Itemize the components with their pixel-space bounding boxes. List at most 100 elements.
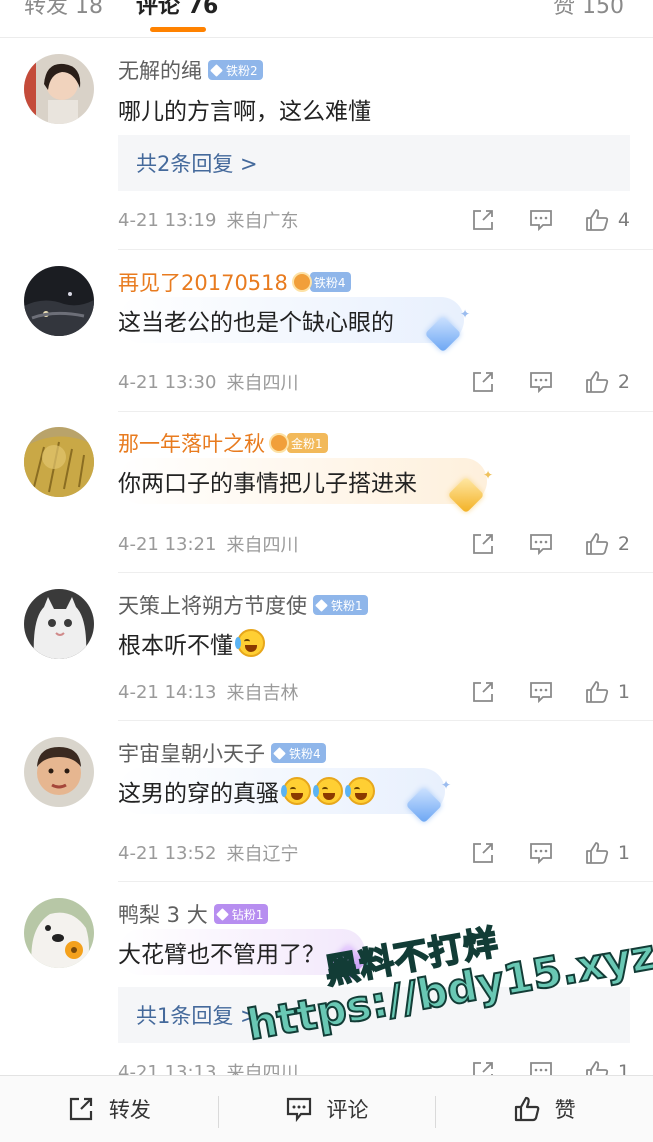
thumbs-up-icon — [586, 371, 609, 393]
comment-text-wrap: 哪儿的方言啊，这么难懂 — [118, 86, 371, 132]
comment-text: 哪儿的方言啊，这么难懂 — [118, 99, 371, 125]
comment-text: 大花臂也不管用了？ — [118, 942, 325, 968]
like-count: 1 — [617, 681, 630, 703]
comment-text-wrap: 这男的穿的真骚 ✦ — [118, 768, 451, 824]
sparkle-icon: ✦ — [482, 468, 493, 482]
sparkle-icon: ✦ — [459, 307, 470, 321]
avatar[interactable] — [24, 589, 94, 659]
bottom-like-button[interactable]: 赞 — [435, 1076, 653, 1142]
fan-badge: 铁粉4 — [271, 743, 326, 763]
laughing-tears-emoji — [235, 629, 265, 657]
comment-icon — [530, 682, 552, 704]
comment-icon — [530, 372, 552, 394]
divider — [218, 1096, 219, 1128]
repost-icon — [473, 210, 493, 230]
comment-text: 这男的穿的真骚 — [118, 781, 279, 807]
tab-comments[interactable]: 评论 76 — [136, 0, 218, 20]
avatar[interactable] — [24, 427, 94, 497]
username[interactable]: 再见了20170518 — [118, 267, 288, 297]
tab-repost[interactable]: 转发 18 — [24, 0, 103, 20]
laughing-tears-emoji — [345, 777, 375, 805]
comment-time: 4-21 13:21 — [118, 533, 217, 555]
repost-button[interactable] — [470, 530, 496, 558]
comment-button[interactable] — [528, 368, 554, 396]
divider — [118, 720, 653, 721]
like-button[interactable]: 2 — [584, 368, 630, 396]
comment-location: 来自四川 — [226, 535, 299, 556]
like-button[interactable]: 2 — [584, 530, 630, 558]
comment-button[interactable] — [528, 678, 554, 706]
diamond-icon — [215, 907, 229, 921]
laughing-tears-emoji — [313, 777, 343, 805]
crown-icon — [269, 433, 289, 453]
avatar[interactable] — [24, 266, 94, 336]
comment-icon — [530, 843, 552, 865]
comment-text-wrap: 你两口子的事情把儿子搭进来 ✦ — [118, 458, 493, 514]
comment-time: 4-21 13:19 — [118, 209, 217, 231]
comment-location: 来自辽宁 — [226, 844, 299, 865]
fan-badge-label: 铁粉2 — [226, 63, 258, 78]
comment-text-wrap: 根本听不懂 — [118, 620, 265, 666]
diamond-decoration-icon — [447, 476, 485, 514]
comment-button[interactable] — [528, 530, 554, 558]
reply-box[interactable]: 共2条回复 > — [118, 135, 630, 191]
divider — [118, 249, 653, 250]
fan-badge: 钻粉1 — [213, 904, 269, 924]
fan-badge-label: 金粉1 — [291, 436, 323, 451]
fan-badge: 金粉1 — [287, 433, 328, 453]
fan-badge-label: 铁粉4 — [289, 746, 321, 761]
repost-button[interactable] — [470, 678, 496, 706]
like-count: 1 — [617, 842, 630, 864]
comment-icon — [530, 534, 552, 556]
diamond-decoration-icon — [424, 315, 462, 353]
avatar[interactable] — [24, 737, 94, 807]
divider — [118, 572, 653, 573]
thumbs-up-icon — [514, 1096, 540, 1122]
repost-button[interactable] — [470, 206, 496, 234]
fan-badge: 铁粉1 — [313, 595, 368, 615]
avatar[interactable] — [24, 898, 94, 968]
reply-box[interactable]: 共1条回复 > — [118, 987, 630, 1043]
view-replies-link[interactable]: 共1条回复 > — [136, 1000, 258, 1030]
bottom-comment-button[interactable]: 评论 — [218, 1076, 436, 1142]
bottom-repost-label: 转发 — [108, 1098, 151, 1122]
diamond-decoration-icon — [405, 786, 443, 824]
comment-icon — [286, 1097, 311, 1123]
tab-likes[interactable]: 赞 150 — [553, 0, 624, 20]
diamond-icon — [273, 746, 286, 760]
divider — [118, 411, 653, 412]
diamond-decoration-icon — [329, 943, 367, 981]
comment-location: 来自四川 — [226, 373, 299, 394]
username[interactable]: 鸭梨 3 大 — [118, 899, 208, 929]
comment-button[interactable] — [528, 839, 554, 867]
like-count: 2 — [617, 533, 630, 555]
username[interactable]: 无解的绳 — [118, 55, 202, 85]
comment-text-wrap: 大花臂也不管用了？ — [118, 929, 367, 981]
bottom-like-label: 赞 — [554, 1098, 576, 1122]
repost-button[interactable] — [470, 839, 496, 867]
like-button[interactable]: 1 — [584, 839, 630, 867]
bottom-repost-button[interactable]: 转发 — [0, 1076, 218, 1142]
username[interactable]: 天策上将朔方节度使 — [118, 590, 307, 620]
comment-text: 这当老公的也是个缺心眼的 — [118, 310, 394, 336]
comment-time: 4-21 14:13 — [118, 681, 217, 703]
comment-time: 4-21 13:52 — [118, 842, 217, 864]
like-button[interactable]: 4 — [584, 206, 630, 234]
tab-active-indicator — [150, 27, 206, 32]
repost-icon — [473, 372, 493, 392]
repost-icon — [473, 843, 493, 863]
repost-button[interactable] — [470, 368, 496, 396]
fan-badge-label: 铁粉4 — [313, 275, 346, 290]
like-button[interactable]: 1 — [584, 678, 630, 706]
fan-badge-label: 钻粉1 — [231, 907, 264, 922]
diamond-icon — [315, 598, 328, 612]
repost-icon — [473, 534, 493, 554]
view-replies-link[interactable]: 共2条回复 > — [136, 148, 258, 178]
comment-location: 来自广东 — [226, 211, 299, 232]
avatar[interactable] — [24, 54, 94, 124]
fan-badge: 铁粉4 — [309, 272, 351, 292]
username[interactable]: 宇宙皇朝小天子 — [118, 738, 265, 768]
comment-button[interactable] — [528, 206, 554, 234]
thumbs-up-icon — [586, 209, 609, 231]
username[interactable]: 那一年落叶之秋 — [118, 428, 265, 458]
